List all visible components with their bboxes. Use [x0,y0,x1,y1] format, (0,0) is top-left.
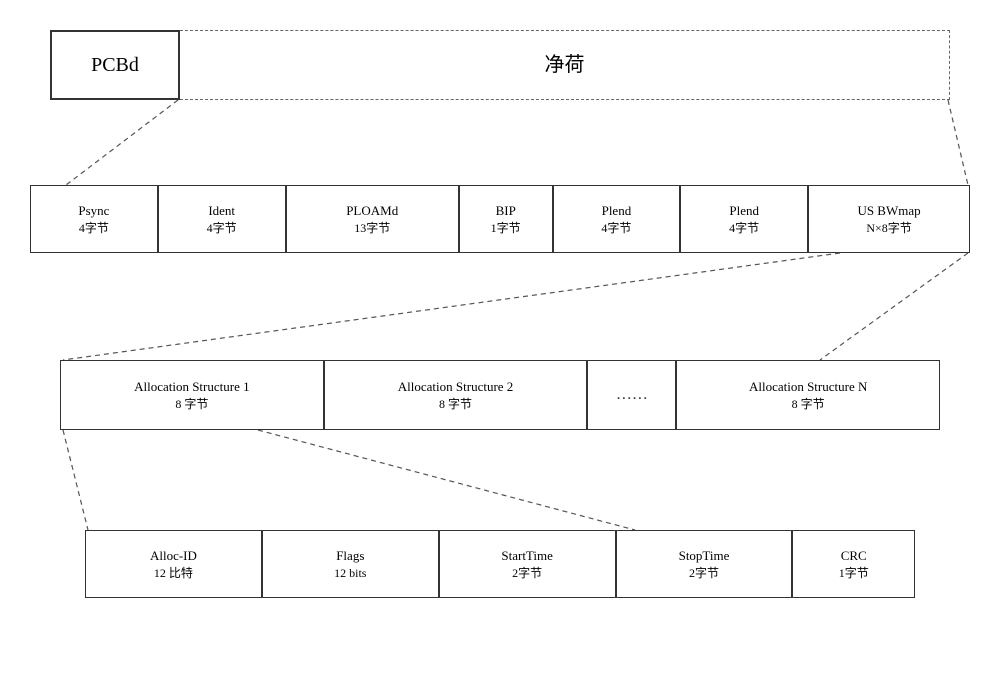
pcbd-box: PCBd [50,30,180,100]
alloc-id-label: Alloc-ID [150,547,197,565]
usbwmap-box: US BWmap N×8字节 [808,185,970,253]
flags-box: Flags 12 bits [262,530,439,598]
alloc-struct-n-label: Allocation Structure N [749,378,867,396]
usbwmap-label: US BWmap [857,202,920,220]
alloc-struct-1-box: Allocation Structure 1 8 字节 [60,360,324,430]
payload-box: 净荷 [180,30,950,100]
psync-sub: 4字节 [79,220,109,237]
bip-label: BIP [496,202,516,220]
stoptime-sub: 2字节 [689,565,719,582]
ploamd-box: PLOAMd 13字节 [286,185,459,253]
plend2-box: Plend 4字节 [680,185,808,253]
usbwmap-sub: N×8字节 [866,220,911,237]
ellipsis-box: …… [587,360,676,430]
alloc-struct-2-label: Allocation Structure 2 [398,378,514,396]
alloc-struct-1-label: Allocation Structure 1 [134,378,250,396]
alloc-struct-2-sub: 8 字节 [439,396,472,413]
crc-label: CRC [841,547,867,565]
alloc-struct-n-box: Allocation Structure N 8 字节 [676,360,940,430]
starttime-label: StartTime [501,547,553,565]
alloc-id-sub: 12 比特 [154,565,193,582]
alloc-id-box: Alloc-ID 12 比特 [85,530,262,598]
ellipsis-label: …… [616,384,648,406]
ploamd-sub: 13字节 [354,220,390,237]
stoptime-box: StopTime 2字节 [616,530,793,598]
crc-sub: 1字节 [839,565,869,582]
crc-box: CRC 1字节 [792,530,915,598]
bip-box: BIP 1字节 [459,185,553,253]
plend1-box: Plend 4字节 [553,185,681,253]
plend2-sub: 4字节 [729,220,759,237]
flags-label: Flags [336,547,364,565]
ident-sub: 4字节 [207,220,237,237]
diagram: PCBd 净荷 Psync 4字节 Ident 4字节 PLOAMd 13字节 … [0,0,1000,675]
ident-label: Ident [208,202,235,220]
flags-sub: 12 bits [334,565,366,582]
ploamd-label: PLOAMd [346,202,398,220]
row4: Alloc-ID 12 比特 Flags 12 bits StartTime 2… [85,530,915,598]
plend1-sub: 4字节 [601,220,631,237]
alloc-struct-1-sub: 8 字节 [175,396,208,413]
row3: Allocation Structure 1 8 字节 Allocation S… [60,360,940,430]
stoptime-label: StopTime [679,547,730,565]
payload-label: 净荷 [545,51,585,79]
starttime-box: StartTime 2字节 [439,530,616,598]
pcbd-label: PCBd [91,51,139,79]
psync-box: Psync 4字节 [30,185,158,253]
plend2-label: Plend [729,202,759,220]
row2: Psync 4字节 Ident 4字节 PLOAMd 13字节 BIP 1字节 … [30,185,970,253]
ident-box: Ident 4字节 [158,185,286,253]
alloc-struct-n-sub: 8 字节 [792,396,825,413]
plend1-label: Plend [602,202,632,220]
bip-sub: 1字节 [491,220,521,237]
alloc-struct-2-box: Allocation Structure 2 8 字节 [324,360,588,430]
starttime-sub: 2字节 [512,565,542,582]
psync-label: Psync [78,202,109,220]
